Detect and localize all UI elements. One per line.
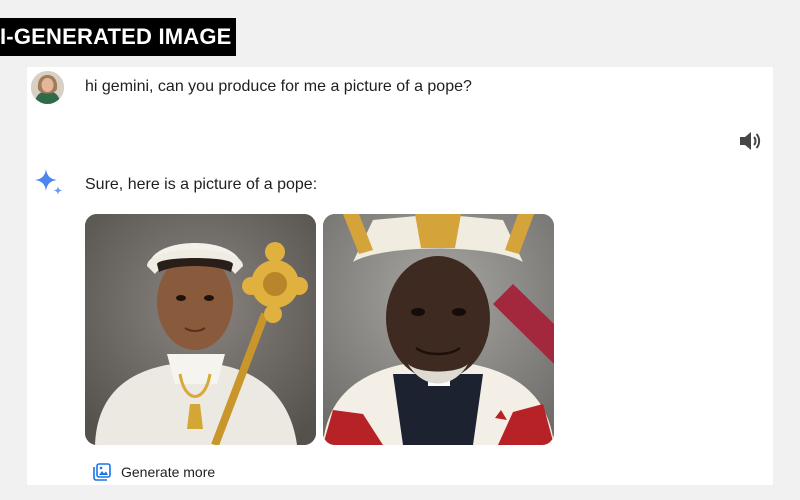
speaker-icon[interactable] [738,130,762,152]
avatar [31,71,64,104]
banner-label: I-GENERATED IMAGE [0,24,232,49]
generate-more-label: Generate more [121,464,216,480]
gemini-sparkle-icon [34,168,64,198]
generated-image-1[interactable] [85,214,316,445]
generate-more-button[interactable]: Generate more [93,461,215,483]
generated-image-2[interactable] [323,214,554,445]
assistant-reply-text: Sure, here is a picture of a pope: [85,176,318,193]
user-prompt-text: hi gemini, can you produce for me a pict… [85,78,472,95]
avatar-portrait [31,71,64,104]
ai-generated-banner: I-GENERATED IMAGE [0,18,236,56]
image-gallery-icon [93,463,111,481]
